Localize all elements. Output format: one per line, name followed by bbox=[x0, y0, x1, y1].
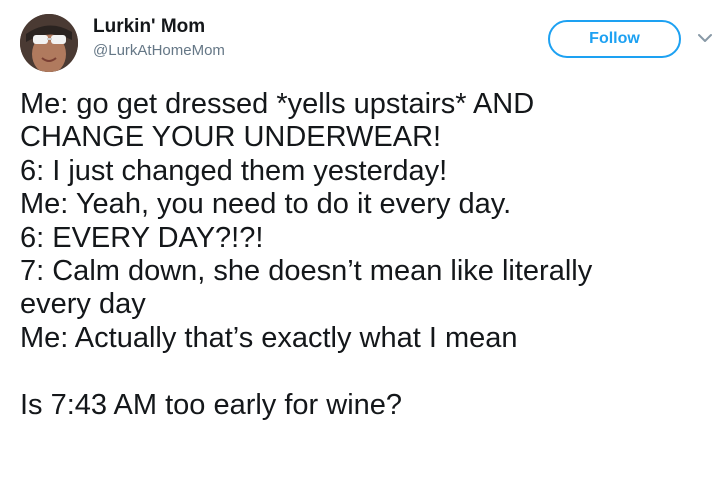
tweet-line: CHANGE YOUR UNDERWEAR! bbox=[20, 121, 442, 154]
chevron-down-icon[interactable] bbox=[698, 33, 712, 43]
tweet-line: 6: EVERY DAY?!?! bbox=[20, 221, 264, 254]
author-handle[interactable]: @LurkAtHomeMom bbox=[93, 42, 225, 59]
tweet-line: every day bbox=[20, 288, 146, 321]
tweet-line: Me: go get dressed *yells upstairs* AND bbox=[20, 88, 535, 120]
tweet-line: 6: I just changed them yesterday! bbox=[20, 154, 448, 187]
tweet-card: Lurkin' Mom @LurkAtHomeMom Follow Me: go… bbox=[0, 0, 725, 500]
tweet-line: Is 7:43 AM too early for wine? bbox=[20, 388, 403, 421]
follow-button[interactable]: Follow bbox=[548, 20, 681, 58]
tweet-line: Me: Yeah, you need to do it every day. bbox=[20, 188, 512, 221]
tweet-line: 7: Calm down, she doesn’t mean like lite… bbox=[20, 255, 593, 288]
author-name[interactable]: Lurkin' Mom bbox=[93, 16, 205, 38]
tweet-text: Me: go get dressed *yells upstairs* AND … bbox=[20, 88, 720, 422]
avatar[interactable] bbox=[20, 14, 78, 72]
profile-photo-icon bbox=[20, 14, 78, 72]
tweet-line: Me: Actually that’s exactly what I mean bbox=[20, 321, 518, 354]
